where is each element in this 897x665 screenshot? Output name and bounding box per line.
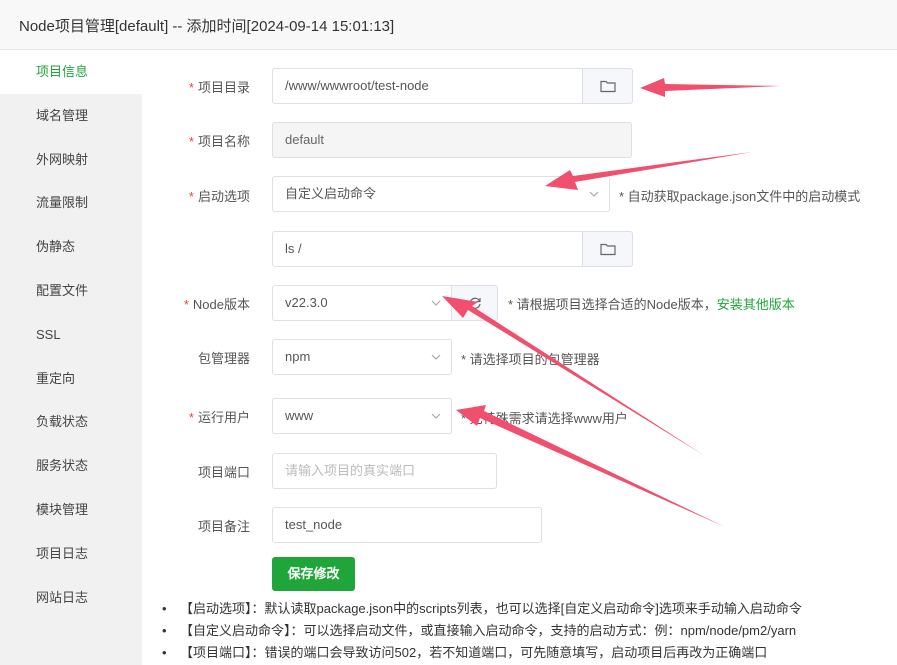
start-option-label: * 启动选项 <box>188 189 250 204</box>
start-option-hint: * 自动获取package.json文件中的启动模式 <box>619 189 861 204</box>
node-version-label: * Node版本 <box>183 297 250 312</box>
package-manager-label: 包管理器 <box>197 351 250 366</box>
list-item: 【项目端口】：错误的端口会导致访问502，若不知道端口，可先随意填写，启动项目后… <box>160 642 802 664</box>
sidebar-item-site-log[interactable]: 网站日志 <box>0 576 142 620</box>
project-dir-input[interactable]: /www/wwwroot/test-node <box>272 68 583 104</box>
package-manager-select[interactable]: npm <box>272 339 452 375</box>
project-note-label: 项目备注 <box>197 519 250 534</box>
refresh-icon <box>469 297 481 309</box>
run-user-label: * 运行用户 <box>188 410 250 425</box>
node-version-value: v22.3.0 <box>285 295 328 310</box>
chevron-down-icon <box>431 413 441 419</box>
sidebar-item-project-log[interactable]: 项目日志 <box>0 532 142 576</box>
notes-list: 【启动选项】：默认读取package.json中的scripts列表，也可以选择… <box>160 598 802 664</box>
sidebar-item-project-info[interactable]: 项目信息 <box>0 50 142 94</box>
sidebar-item-rewrite[interactable]: 伪静态 <box>0 225 142 269</box>
package-manager-value: npm <box>285 349 311 364</box>
run-user-value: www <box>285 408 314 423</box>
chevron-down-icon <box>589 191 599 197</box>
project-dir-browse-button[interactable] <box>583 68 633 104</box>
run-user-select[interactable]: www <box>272 398 452 434</box>
sidebar-item-ssl[interactable]: SSL <box>0 313 142 357</box>
sidebar-item-module-manage[interactable]: 模块管理 <box>0 488 142 532</box>
package-manager-hint: * 请选择项目的包管理器 <box>461 352 600 367</box>
folder-icon <box>599 80 616 93</box>
chevron-down-icon <box>431 300 441 306</box>
project-port-input[interactable]: 请输入项目的真实端口 <box>272 453 497 489</box>
sidebar-item-service-status[interactable]: 服务状态 <box>0 444 142 488</box>
project-name-label: * 项目名称 <box>188 134 250 149</box>
list-item: 【启动选项】：默认读取package.json中的scripts列表，也可以选择… <box>160 598 802 620</box>
sidebar-item-traffic-limit[interactable]: 流量限制 <box>0 181 142 225</box>
install-other-versions-link[interactable]: 安装其他版本 <box>717 297 795 312</box>
start-command-input[interactable]: ls / <box>272 231 583 267</box>
save-button[interactable]: 保存修改 <box>272 557 355 591</box>
required-mark: * <box>188 80 194 95</box>
node-version-select[interactable]: v22.3.0 <box>272 285 452 321</box>
project-name-input: default <box>272 122 632 158</box>
project-port-label: 项目端口 <box>197 465 250 480</box>
project-note-input[interactable]: test_node <box>272 507 542 543</box>
start-option-value: 自定义启动命令 <box>285 186 377 201</box>
sidebar-item-domain[interactable]: 域名管理 <box>0 94 142 138</box>
project-dir-label: * 项目目录 <box>188 80 250 95</box>
sidebar-item-load-status[interactable]: 负载状态 <box>0 400 142 444</box>
dialog-title: Node项目管理[default] -- 添加时间[2024-09-14 15:… <box>19 18 395 35</box>
sidebar-item-redirect[interactable]: 重定向 <box>0 357 142 401</box>
list-item: 【自定义启动命令】：可以选择启动文件，或直接输入启动命令，支持的启动方式：例：n… <box>160 620 802 642</box>
arrow-shape <box>640 78 780 97</box>
start-option-select[interactable]: 自定义启动命令 <box>272 176 610 212</box>
chevron-down-icon <box>431 354 441 360</box>
sidebar: 项目信息 域名管理 外网映射 流量限制 伪静态 配置文件 SSL 重定向 负载状… <box>0 50 142 665</box>
node-version-refresh-button[interactable] <box>452 285 498 321</box>
node-version-hint: * 请根据项目选择合适的Node版本，安装其他版本 <box>508 297 795 312</box>
sidebar-item-config-file[interactable]: 配置文件 <box>0 269 142 313</box>
folder-icon <box>599 243 616 256</box>
run-user-hint: * 无特殊需求请选择www用户 <box>461 411 628 426</box>
start-command-browse-button[interactable] <box>583 231 633 267</box>
dialog-header: Node项目管理[default] -- 添加时间[2024-09-14 15:… <box>0 0 897 50</box>
sidebar-item-external-mapping[interactable]: 外网映射 <box>0 138 142 182</box>
